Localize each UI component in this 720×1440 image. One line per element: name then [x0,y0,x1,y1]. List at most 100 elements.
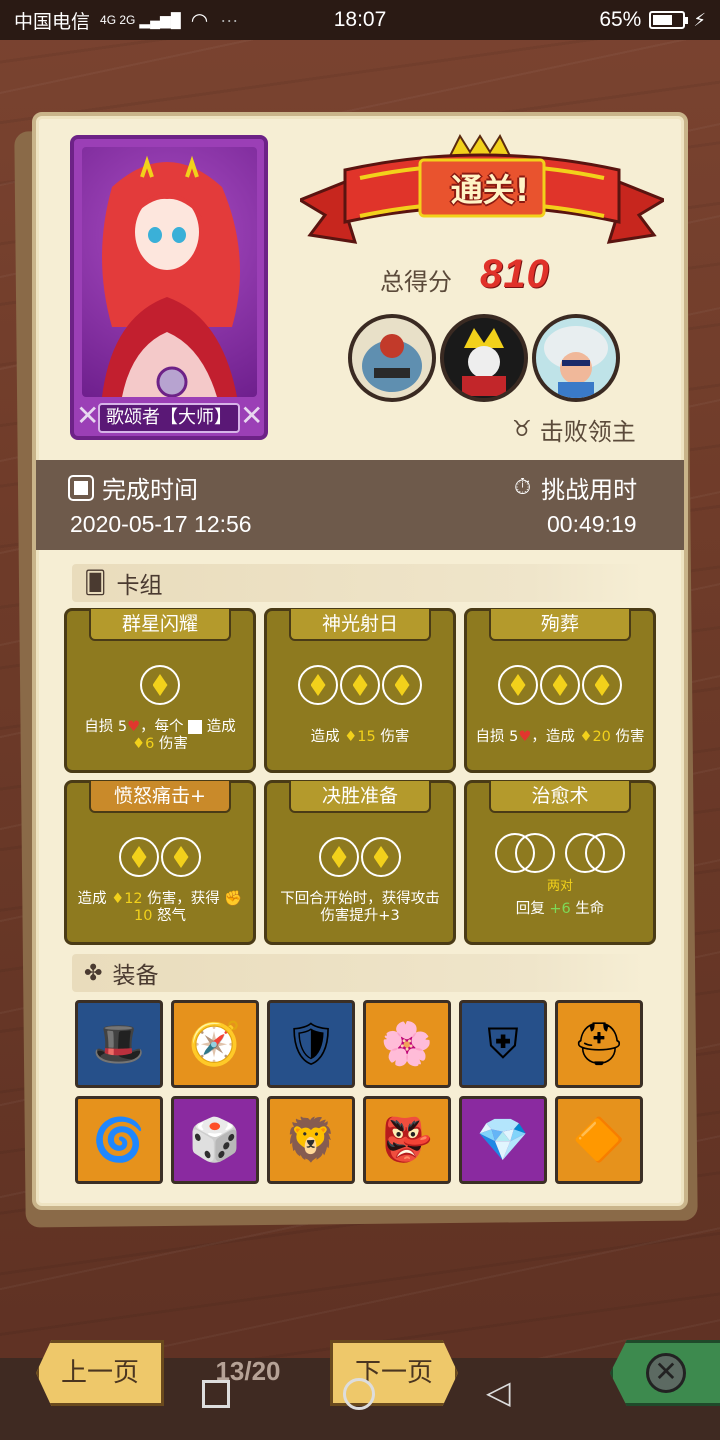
fan-icon: ✤ [84,960,103,986]
card-description: 自损 5♥，造成 ♦20 伤害 [473,729,647,746]
deck-card[interactable]: 治愈术 两对 回复 +6 生命 [464,780,656,945]
diamond-icon [352,674,368,696]
steel-shield-icon[interactable]: ⛨ [459,1000,547,1088]
card-desc-text: 伤害，获得 [147,891,220,907]
card-desc-text: ，造成 [531,729,575,745]
deck-card[interactable]: 殉葬 自损 5♥，造成 ♦20 伤害 [464,608,656,773]
demon-mask-icon[interactable]: 👺 [363,1096,451,1184]
total-score-value: 810 [480,252,550,296]
card-desc-text: 生命 [575,901,605,917]
card-title: 神光射日 [289,609,431,641]
home-icon[interactable] [343,1378,375,1410]
bull-skull-icon: ♉ [512,417,532,442]
defeated-boss-1[interactable] [348,314,436,402]
clear-banner-title: 通关! [450,171,530,209]
card-description: 造成 ♦15 伤害 [273,729,447,746]
card-desc-text: 伤害 [380,729,410,745]
equipment-label: 装备 [112,963,159,989]
card-desc-value: 6 [145,736,155,752]
energy-slot [382,665,422,705]
bone-ornament-right-icon: ✕ [240,400,264,431]
energy-slots [267,665,453,705]
deck-card[interactable]: 群星闪耀 自损 5♥，每个 造成 ♦6 伤害 [64,608,256,773]
blue-crystal-icon[interactable]: 💎 [459,1096,547,1184]
diamond-icon [310,674,326,696]
defeated-lords: ♉ 击败领主 [512,412,636,447]
defeated-boss-2[interactable] [440,314,528,402]
card-desc-text: 造成 [310,729,340,745]
heart-icon: ♥ [518,729,532,745]
diamond-icon: ♦ [579,729,593,745]
card-description: 回复 +6 生命 [473,901,647,918]
defeated-boss-3[interactable] [532,314,620,402]
pink-flower-icon[interactable]: 🌸 [363,1000,451,1088]
energy-slots [467,665,653,705]
lion-ring-icon[interactable]: 🦁 [267,1096,355,1184]
card-desc-text: 回复 [515,901,545,917]
card-desc-text: 自损 5 [84,719,128,735]
film-icon [68,474,94,501]
cards-icon: 🂠 [84,570,107,596]
challenge-duration: ⏱ 挑战用时 [514,470,637,505]
pair-slot [565,833,625,873]
energy-slot [585,833,625,873]
energy-slots [267,837,453,877]
energy-slot [161,837,201,877]
card-description: 造成 ♦12 伤害，获得 ✊ 10 怒气 [73,891,247,925]
energy-slot [319,837,359,877]
recent-apps-icon[interactable] [202,1380,230,1408]
fist-icon: ✊ [224,891,243,907]
golden-compass-icon[interactable]: 🧭 [171,1000,259,1088]
card-title: 决胜准备 [289,781,431,813]
diamond-icon [152,674,168,696]
status-bar: 中国电信 4G 2G ▂▄▆█ ◠ ··· 18:07 65% ⚡ [0,0,720,40]
hero-name: 歌颂者【大师】 [98,403,240,433]
back-icon[interactable]: ◁ [486,1376,511,1408]
diamond-icon [373,846,389,868]
deck-card[interactable]: 愤怒痛击+ 造成 ♦12 伤害，获得 ✊ 10 怒气 [64,780,256,945]
yellow-gem-icon[interactable]: 🔶 [555,1096,643,1184]
hero-card[interactable]: ✕ ✕ 歌颂者【大师】 [70,135,268,440]
completion-time-label: 完成时间 [102,476,198,504]
top-hat-icon[interactable]: 🎩 [75,1000,163,1088]
deck-section-header: 🂠 卡组 [72,564,646,602]
deck-label: 卡组 [116,573,163,599]
card-desc-text: 造成 [206,719,236,735]
rainbow-swirl-icon[interactable]: 🌀 [75,1096,163,1184]
diamond-icon [331,846,347,868]
defeated-lords-label: 击败领主 [539,418,636,446]
card-desc-value: 10 [133,908,153,924]
time-info-bar: 完成时间 2020-05-17 12:56 ⏱ 挑战用时 00:49:19 [36,460,684,550]
diamond-icon [131,846,147,868]
battery-icon [649,11,689,29]
deck-card[interactable]: 决胜准备 下回合开始时，获得攻击伤害提升+3 [264,780,456,945]
close-icon[interactable]: ✕ [646,1353,686,1393]
stopwatch-icon: ⏱ [514,475,532,500]
wifi-icon: ◠ [190,9,209,32]
golden-helmet-icon[interactable]: ⛑ [555,1000,643,1088]
card-desc-text: 伤害 [158,736,188,752]
card-description: 下回合开始时，获得攻击伤害提升+3 [280,891,440,924]
heart-icon: ♥ [127,719,141,735]
completion-time-value: 2020-05-17 12:56 [70,511,252,537]
energy-slot [498,665,538,705]
card-desc-text: 伤害 [615,729,645,745]
completion-time: 完成时间 [68,470,198,505]
slot-icon [188,720,203,734]
card-title: 治愈术 [489,781,631,813]
diamond-icon: ♦ [344,729,358,745]
hero-portrait [82,147,257,397]
energy-slot [140,665,180,705]
spiked-dice-icon[interactable]: 🎲 [171,1096,259,1184]
card-desc-text: 自损 5 [475,729,519,745]
prev-page-button[interactable]: 上一页 [36,1340,164,1406]
gem-shield-icon[interactable]: 🛡 [267,1000,355,1088]
energy-slots [67,665,253,705]
diamond-icon [510,674,526,696]
diamond-icon: ♦ [111,891,125,907]
network-type: 4G 2G [100,12,136,27]
card-description: 自损 5♥，每个 造成 ♦6 伤害 [73,719,247,753]
deck-card[interactable]: 神光射日 造成 ♦15 伤害 [264,608,456,773]
diamond-icon: ♦ [132,736,146,752]
card-desc-text: 造成 [77,891,107,907]
